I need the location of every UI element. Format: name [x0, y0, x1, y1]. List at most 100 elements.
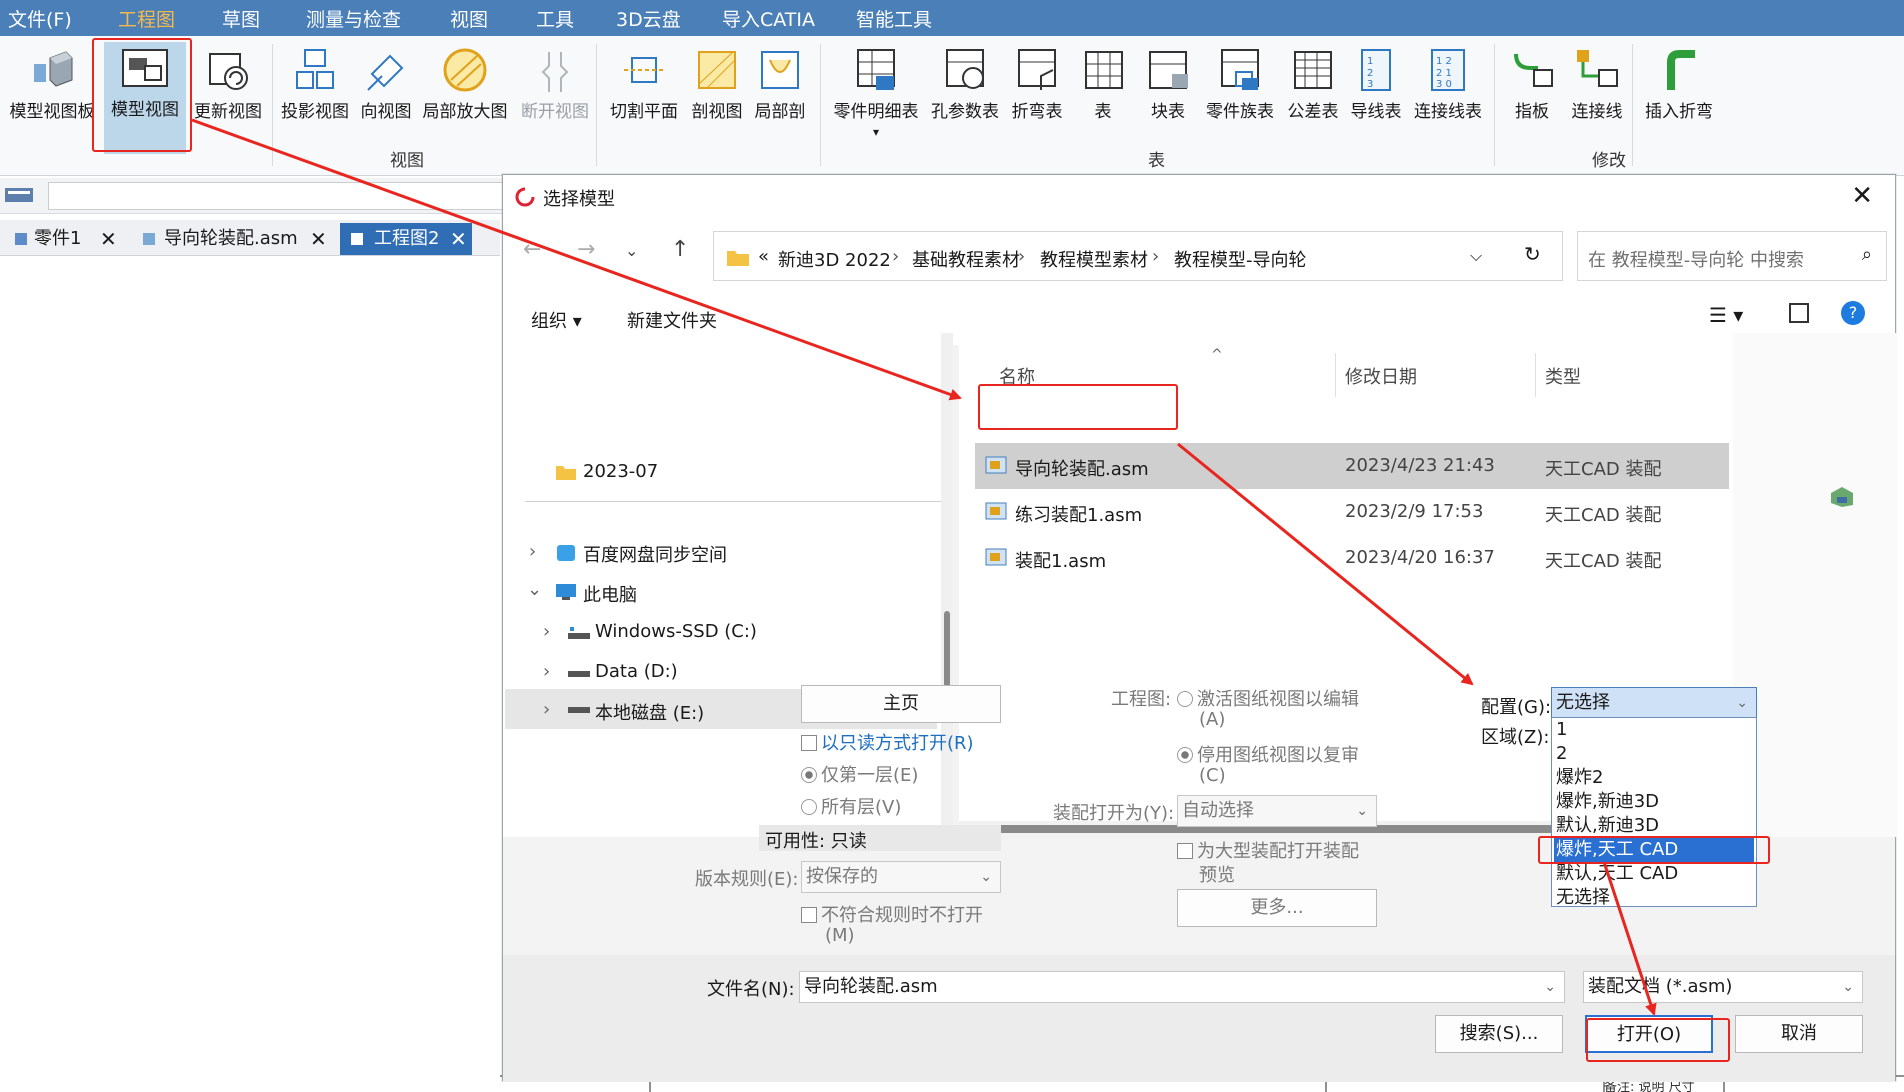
break-view-button[interactable]: 断开视图	[518, 44, 592, 154]
menu-sketch[interactable]: 草图	[222, 0, 260, 36]
radio-icon[interactable]	[1177, 691, 1193, 707]
file-row[interactable]: 练习装配1.asm 2023/2/9 17:53 天工CAD 装配	[975, 489, 1729, 535]
menu-cloud[interactable]: 3D云盘	[616, 0, 681, 36]
chevron-down-icon[interactable]: ⌄	[1842, 972, 1854, 1002]
nav-this-pc[interactable]: 此电脑	[583, 581, 637, 607]
config-option[interactable]: 爆炸,新迪3D	[1554, 790, 1754, 814]
noncompliant-checkbox[interactable]: 不符合规则时不打开	[801, 901, 983, 927]
nav-drive-d[interactable]: Data (D:)	[595, 661, 678, 682]
expand-chevron-icon[interactable]: ›	[529, 541, 536, 562]
search-input[interactable]: 在 教程模型-导向轮 中搜索 ⌕	[1577, 231, 1887, 281]
filetype-select[interactable]: 装配文档 (*.asm) ⌄	[1583, 971, 1863, 1003]
breadcrumb-item[interactable]: 教程模型素材	[1040, 246, 1148, 272]
close-icon[interactable]: ✕	[310, 223, 327, 255]
nav-baidu-sync[interactable]: 百度网盘同步空间	[583, 541, 727, 567]
up-icon[interactable]: ↑	[671, 237, 689, 262]
breadcrumb-item[interactable]: 教程模型-导向轮	[1174, 246, 1307, 272]
collapse-chevron-icon[interactable]: ⌄	[527, 579, 542, 600]
tab-assembly[interactable]: 导向轮装配.asm ✕	[130, 223, 334, 255]
direction-view-button[interactable]: 向视图	[356, 44, 416, 154]
nav-scrollbar[interactable]	[941, 333, 953, 837]
column-header-type[interactable]: 类型	[1545, 363, 1581, 389]
assembly-open-select[interactable]: 自动选择 ⌄	[1177, 795, 1377, 827]
expand-chevron-icon[interactable]: ›	[543, 661, 550, 682]
block-table-button[interactable]: 块表	[1140, 44, 1196, 154]
projection-view-button[interactable]: 投影视图	[278, 44, 352, 154]
column-header-date[interactable]: 修改日期	[1345, 363, 1417, 389]
search-button[interactable]: 搜索(S)...	[1435, 1015, 1563, 1053]
connection-line-button[interactable]: 连接线	[1566, 44, 1628, 154]
dropdown-arrow-icon[interactable]: ▾	[830, 122, 922, 142]
menu-smart-tools[interactable]: 智能工具	[856, 0, 932, 36]
nav-drive-c[interactable]: Windows-SSD (C:)	[595, 621, 757, 642]
first-level-radio[interactable]: 仅第一层(E)	[801, 761, 918, 787]
broken-out-section-button[interactable]: 局部剖	[750, 44, 810, 154]
readonly-checkbox[interactable]: 以只读方式打开(R)	[801, 729, 974, 755]
checkbox-icon[interactable]	[801, 735, 817, 751]
menu-tools[interactable]: 工具	[536, 0, 574, 36]
radio-icon[interactable]	[801, 799, 817, 815]
radio-icon[interactable]	[801, 767, 817, 783]
help-icon[interactable]: ?	[1841, 301, 1865, 325]
section-view-button[interactable]: 剖视图	[688, 44, 746, 154]
expand-chevron-icon[interactable]: ›	[543, 621, 550, 642]
expand-chevron-icon[interactable]: ›	[543, 699, 550, 720]
update-view-button[interactable]: 更新视图	[190, 44, 266, 154]
chevron-down-icon[interactable]: ⌄	[1544, 972, 1556, 1002]
recent-chevron-icon[interactable]: ⌄	[625, 241, 638, 260]
tab-drawing2[interactable]: 工程图2 ✕	[340, 223, 472, 255]
tab-part1[interactable]: 零件1 ✕	[0, 223, 124, 255]
radio-icon[interactable]	[1177, 747, 1193, 763]
new-folder-button[interactable]: 新建文件夹	[627, 307, 717, 333]
breadcrumb-overflow[interactable]: «	[758, 246, 769, 267]
detail-view-button[interactable]: 局部放大图	[420, 44, 510, 154]
wire-table-button[interactable]: 123 导线表	[1346, 44, 1406, 154]
checkbox-icon[interactable]	[1177, 843, 1193, 859]
search-icon[interactable]: ⌕	[1862, 244, 1872, 265]
cutting-plane-button[interactable]: 切割平面	[606, 44, 682, 154]
table-button[interactable]: 表	[1080, 44, 1126, 154]
breadcrumb[interactable]: « 新迪3D 2022 › 基础教程素材 › 教程模型素材 › 教程模型-导向轮…	[713, 231, 1563, 281]
connection-table-button[interactable]: 1 22 13 0 连接线表	[1410, 44, 1486, 154]
menu-import-catia[interactable]: 导入CATIA	[722, 0, 815, 36]
insert-bend-button[interactable]: 插入折弯	[1640, 44, 1718, 154]
filename-input[interactable]: 导向轮装配.asm ⌄	[799, 971, 1565, 1003]
keyboard-icon[interactable]	[4, 186, 34, 204]
nav-folder-2023-07[interactable]: 2023-07	[583, 461, 658, 482]
checkbox-icon[interactable]	[801, 907, 817, 923]
config-option[interactable]: 2	[1554, 742, 1754, 766]
version-rule-select[interactable]: 按保存的 ⌄	[801, 861, 1001, 893]
menu-view[interactable]: 视图	[450, 0, 488, 36]
menu-measure[interactable]: 测量与检查	[306, 0, 401, 36]
config-select[interactable]: 无选择 ⌄	[1551, 687, 1757, 719]
tolerance-table-button[interactable]: 公差表	[1284, 44, 1342, 154]
model-view-board-button[interactable]: 模型视图板	[8, 44, 96, 154]
menu-drawing[interactable]: 工程图	[118, 0, 175, 36]
config-option[interactable]: 1	[1554, 718, 1754, 742]
home-button[interactable]: 主页	[801, 685, 1001, 723]
refresh-icon[interactable]: ↻	[1524, 242, 1541, 266]
part-family-table-button[interactable]: 零件族表	[1200, 44, 1280, 154]
bend-table-button[interactable]: 折弯表	[1006, 44, 1068, 154]
menu-file[interactable]: 文件(F)	[8, 0, 72, 36]
large-assembly-checkbox[interactable]: 为大型装配打开装配	[1177, 837, 1359, 863]
disable-sheet-radio[interactable]: 停用图纸视图以复审	[1177, 741, 1359, 767]
config-option[interactable]: 默认,天工 CAD	[1554, 862, 1754, 886]
file-row[interactable]: 导向轮装配.asm 2023/4/23 21:43 天工CAD 装配	[975, 443, 1729, 489]
breadcrumb-item[interactable]: 新迪3D 2022	[778, 246, 891, 272]
config-option[interactable]: 默认,新迪3D	[1554, 814, 1754, 838]
view-options-icon[interactable]: ☰ ▾	[1709, 303, 1743, 327]
close-icon[interactable]: ✕	[450, 223, 467, 255]
close-icon[interactable]: ✕	[1851, 181, 1873, 211]
back-icon[interactable]: ←	[523, 237, 541, 262]
activate-sheet-radio[interactable]: 激活图纸视图以编辑	[1177, 685, 1359, 711]
organize-menu[interactable]: 组织 ▾	[531, 307, 582, 333]
hole-table-button[interactable]: 孔参数表	[928, 44, 1002, 154]
close-icon[interactable]: ✕	[100, 223, 117, 255]
config-option[interactable]: 无选择	[1554, 886, 1754, 910]
breadcrumb-item[interactable]: 基础教程素材	[912, 246, 1020, 272]
parts-list-button[interactable]: 零件明细表 ▾	[830, 44, 922, 154]
cancel-button[interactable]: 取消	[1735, 1015, 1863, 1053]
preview-pane-icon[interactable]	[1789, 303, 1809, 323]
command-input[interactable]	[48, 182, 518, 210]
